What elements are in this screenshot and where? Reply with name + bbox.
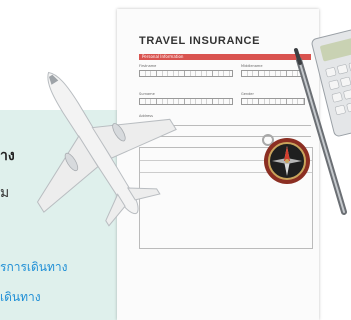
compass-icon xyxy=(262,134,310,184)
decor-layer xyxy=(36,26,351,227)
travel-insurance-photo: าง ม รการเดินทาง เดินทาง TRAVEL INSURANC… xyxy=(0,0,351,320)
airplane-icon xyxy=(36,71,177,227)
